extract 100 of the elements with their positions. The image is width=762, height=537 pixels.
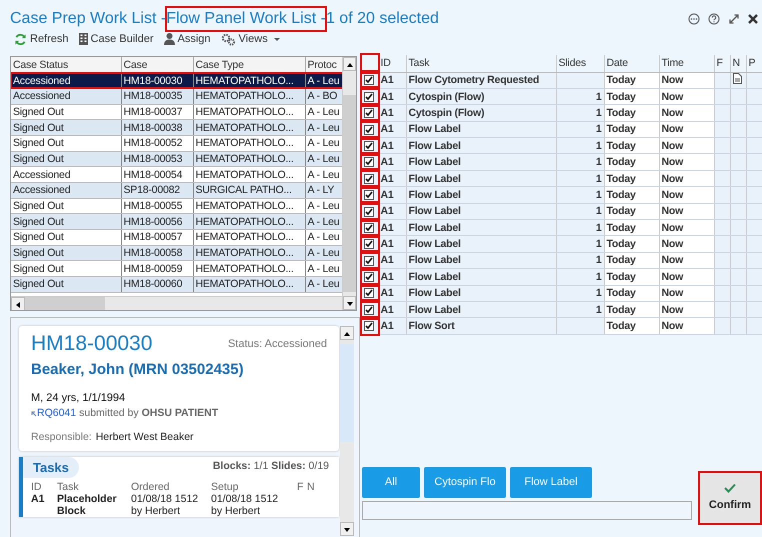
checkbox[interactable] [364,190,374,200]
table-row[interactable]: Accessioned HM18-00030 HEMATOPATHOLO... A - Leu [11,72,342,88]
table-cell: Now [659,121,714,138]
table-cell: Flow Label [406,186,556,204]
column-header: Task [57,481,80,493]
table-cell: 1 [556,170,604,187]
checkbox[interactable] [364,222,374,233]
checkbox[interactable] [364,321,374,332]
table-cell: Flow Label [406,154,556,170]
toolbar-button[interactable]: Assign [164,30,211,48]
column-header: Setup [211,481,240,493]
table-cell: HM18-00035 [121,88,193,104]
more-icon[interactable] [688,13,700,25]
toolbar-button[interactable]: Views [220,30,280,48]
table-cell: Today [604,268,659,286]
table-cell: HM18-00058 [121,245,193,261]
column-header[interactable]: Time [659,55,714,72]
checkbox[interactable] [364,174,374,184]
tasks-tab[interactable]: Tasks [23,456,79,478]
table-cell: Today [604,138,659,154]
table-row[interactable]: Signed Out HM18-00053 HEMATOPATHOLO... A - Leu [11,151,342,167]
caret-icon [274,38,280,40]
vertical-scrollbar[interactable] [340,326,354,536]
table-cell: A - Leu [305,214,342,230]
column-header[interactable]: Case [121,57,193,73]
table-cell [556,318,604,334]
table-cell: Now [659,104,714,122]
table-cell: Now [659,268,714,286]
gears-icon [220,32,236,46]
table-row[interactable]: Signed Out HM18-00038 HEMATOPATHOLO... A - Leu [11,120,342,136]
table-row[interactable]: Signed Out HM18-00058 HEMATOPATHOLO... A - Leu [11,245,342,261]
table-row[interactable]: Accessioned SP18-00082 SURGICAL PATHO... A - LY [11,182,342,198]
column-header: N [307,481,316,493]
table-row[interactable]: Signed Out HM18-00056 HEMATOPATHOLO... A - Leu [11,214,342,230]
input-field[interactable] [362,501,692,520]
table-cell: 1 [556,88,604,105]
checkbox[interactable] [364,108,374,118]
table-cell: SURGICAL PATHO... [193,182,305,198]
table-cell [556,72,604,88]
column-header[interactable]: N [730,55,746,72]
table-cell: Flow Label [406,138,556,154]
checkbox[interactable] [364,124,374,135]
help-icon[interactable] [708,13,720,25]
checkbox[interactable] [364,140,374,151]
refresh-icon [14,32,27,46]
table-cell: Now [659,72,714,88]
checkbox[interactable] [364,288,374,298]
table-cell: Now [659,252,714,269]
checkbox[interactable] [364,75,374,86]
column-header[interactable]: Slides [556,55,604,72]
vertical-scrollbar[interactable] [342,57,356,310]
table-cell: Today [604,252,659,269]
table-cell: 1 [556,220,604,236]
checkbox[interactable] [364,272,374,282]
table-cell: 1 [556,104,604,122]
table-cell: Flow Label [406,170,556,187]
column-header[interactable]: Protoc [305,57,342,73]
toolbar-button[interactable]: Refresh [14,30,69,48]
requisition-link[interactable]: RQ6041 [31,406,76,422]
checkbox[interactable] [364,92,374,102]
task-name: Placeholder Block [57,493,118,517]
toolbar-button[interactable]: Case Builder [78,30,154,48]
column-header[interactable]: Case Type [193,57,305,73]
table-cell: HM18-00038 [121,120,193,136]
horizontal-scrollbar[interactable] [11,296,342,310]
table-cell: Today [604,186,659,204]
column-header[interactable]: Date [604,55,659,72]
close-icon[interactable] [748,14,758,24]
column-header: ID [31,481,42,493]
table-cell: 1 [556,236,604,252]
table-cell: Flow Label [406,285,556,302]
column-header[interactable]: Case Status [11,57,121,73]
table-row[interactable]: Signed Out HM18-00060 HEMATOPATHOLO... A - Leu [11,276,342,292]
table-cell: Today [604,72,659,88]
table-cell: Signed Out [11,151,121,167]
table-cell: HM18-00060 [121,276,193,292]
checkbox[interactable] [364,206,374,217]
arrow-icon [31,410,37,417]
checkbox[interactable] [364,256,374,266]
table-cell: A - Leu [305,245,342,261]
table-cell: Today [604,88,659,105]
table-cell: HM18-00052 [121,135,193,152]
table-cell: Now [659,301,714,318]
checkbox[interactable] [364,239,374,250]
checkbox[interactable] [364,304,374,315]
table-cell: 1 [556,154,604,170]
column-header[interactable]: F [714,55,730,72]
table-cell: Now [659,138,714,154]
table-cell: Now [659,170,714,187]
column-header[interactable]: P [746,55,762,72]
table-cell: Cytospin (Flow) [406,88,556,105]
expand-icon[interactable] [728,13,740,25]
table-cell: Flow Label [406,236,556,252]
column-header[interactable]: Task [406,55,556,72]
confirm-button[interactable]: Confirm [698,471,762,525]
table-row[interactable]: Accessioned HM18-00035 HEMATOPATHOLO... A - BO [11,88,342,104]
responsible-name: Herbert West Beaker [96,430,194,445]
table-cell: Now [659,186,714,204]
checkbox[interactable] [364,157,374,168]
note-icon[interactable] [732,72,742,84]
